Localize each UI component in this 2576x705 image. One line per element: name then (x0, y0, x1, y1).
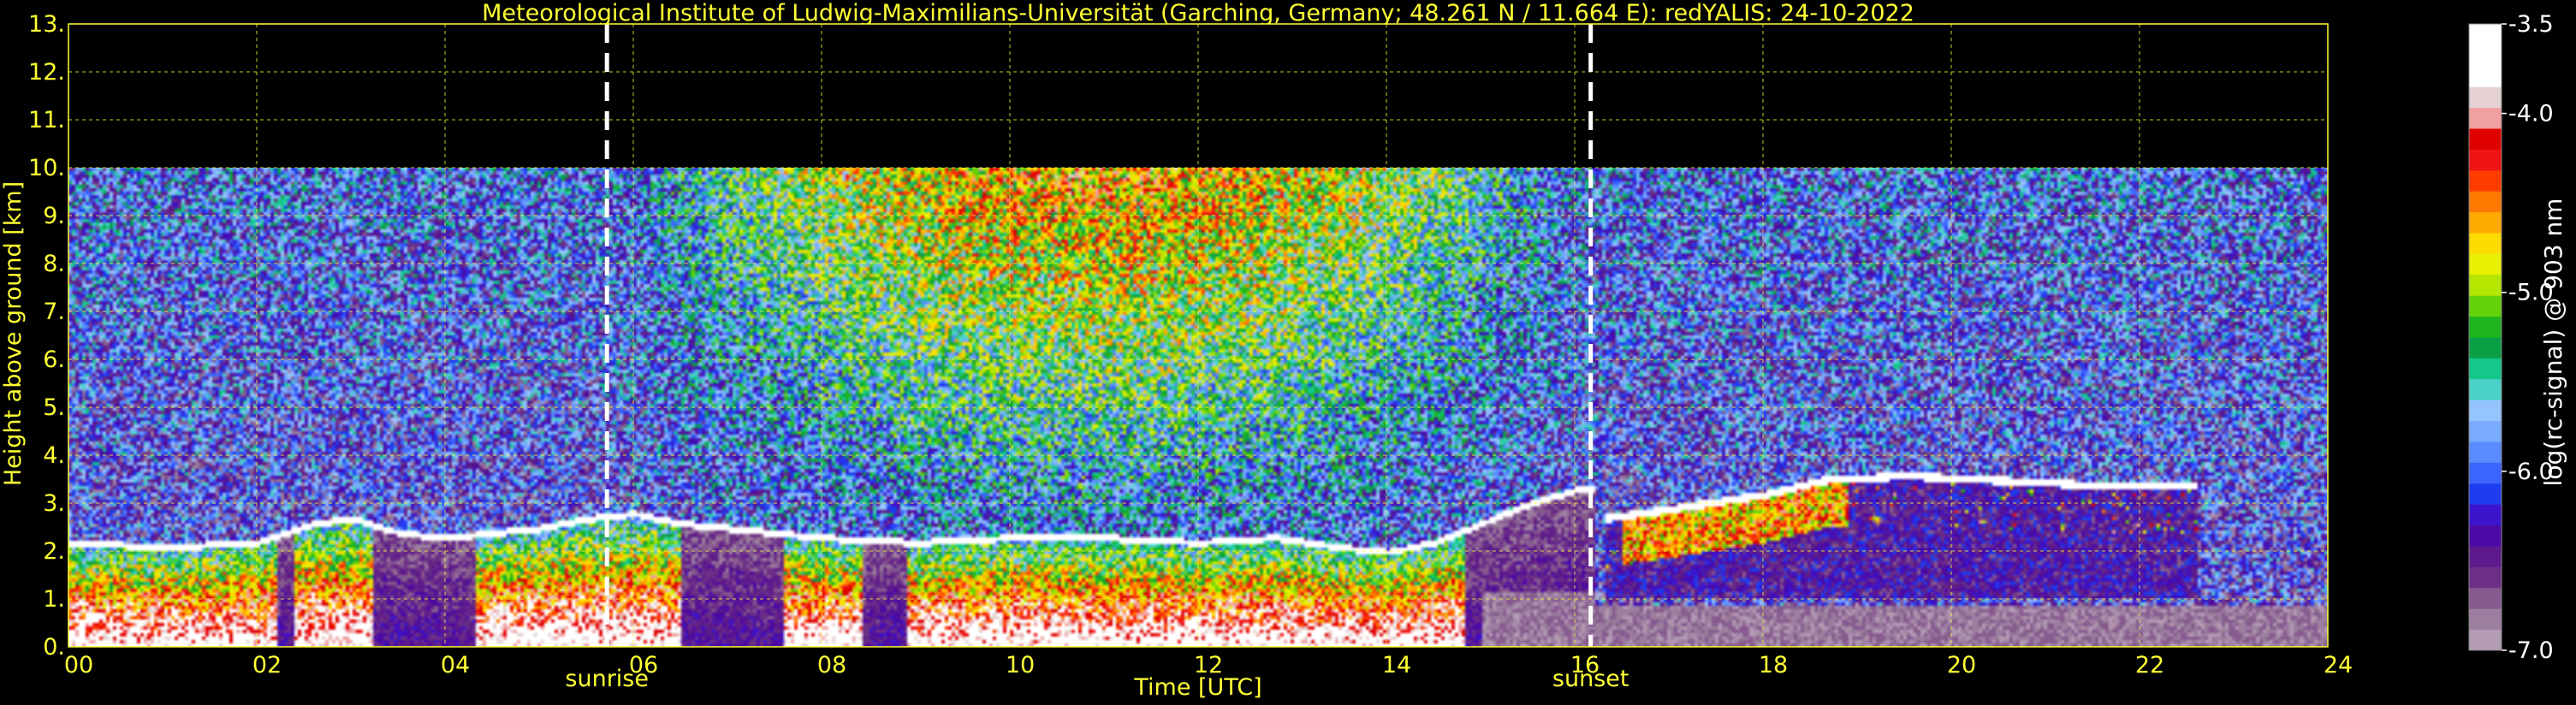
x-tick-label: 04 (441, 652, 470, 678)
colorbar-swatch (2469, 587, 2502, 609)
colorbar-swatch (2469, 337, 2502, 358)
colorbar-swatch (2469, 295, 2502, 317)
y-tick-label: 8. (43, 251, 65, 277)
colorbar-tick-label: -7.0 (2508, 637, 2554, 664)
y-tick-label: 13. (28, 11, 65, 38)
colorbar-swatch (2469, 274, 2502, 296)
y-tick-label: 12. (28, 59, 65, 86)
y-tick-label: 11. (28, 107, 65, 133)
y-tick-label: 0. (43, 634, 65, 661)
colorbar-swatch (2469, 629, 2502, 651)
colorbar-swatch (2469, 566, 2502, 589)
colorbar: -3.5-4.0-5.0-6.0-7.0 log(rc-signal) @ 90… (2468, 11, 2567, 664)
lidar-chart: Meteorological Institute of Ludwig-Maxim… (0, 0, 2567, 701)
colorbar-swatch (2469, 191, 2502, 213)
colorbar-swatch (2469, 420, 2502, 442)
colorbar-swatch (2469, 65, 2502, 87)
colorbar-swatch (2469, 546, 2502, 567)
colorbar-swatch (2469, 233, 2502, 254)
x-tick-label: 02 (252, 652, 282, 678)
y-tick-label: 7. (43, 299, 65, 325)
plot-area: sunrise sunset (68, 23, 2329, 692)
x-axis-label: Time [UTC] (1133, 674, 1261, 701)
y-tick-label: 2. (43, 538, 65, 565)
y-tick-label: 3. (43, 490, 65, 517)
colorbar-swatch (2469, 149, 2502, 171)
colorbar-gradient (2469, 24, 2502, 651)
colorbar-swatch (2469, 128, 2502, 150)
colorbar-swatch (2469, 86, 2502, 109)
colorbar-swatch (2469, 378, 2502, 400)
y-tick-label: 1. (43, 586, 65, 613)
x-tick-label: 16 (1570, 652, 1600, 678)
x-tick-label: 22 (2135, 652, 2164, 678)
x-tick-label: 06 (629, 652, 658, 678)
colorbar-swatch (2469, 107, 2502, 129)
colorbar-tick-label: -3.5 (2508, 11, 2554, 38)
y-tick-label: 10. (28, 155, 65, 181)
x-tick-label: 10 (1006, 652, 1035, 678)
x-tick-label: 00 (64, 652, 93, 678)
y-tick-label: 5. (43, 394, 65, 421)
colorbar-swatch (2469, 253, 2502, 275)
colorbar-swatch (2469, 608, 2502, 631)
x-tick-label: 14 (1382, 652, 1411, 678)
colorbar-swatch (2469, 524, 2502, 547)
y-tick-label: 6. (43, 347, 65, 373)
colorbar-swatch (2469, 24, 2502, 45)
colorbar-tick-label: -4.0 (2508, 101, 2554, 127)
colorbar-swatch (2469, 462, 2502, 484)
x-tick-label: 18 (1759, 652, 1788, 678)
colorbar-swatch (2469, 44, 2502, 67)
y-axis-ticks: 0. 1. 2. 3. 4. 5. 6. 7. 8. 9. 10. 11. 12. 13. (28, 11, 65, 661)
colorbar-swatch (2469, 504, 2502, 526)
colorbar-swatch (2469, 211, 2502, 234)
colorbar-swatch (2469, 358, 2502, 380)
x-tick-label: 24 (2324, 652, 2353, 678)
y-tick-label: 9. (43, 203, 65, 229)
colorbar-swatch (2469, 400, 2502, 422)
colorbar-swatch (2469, 441, 2502, 463)
x-tick-label: 20 (1947, 652, 1976, 678)
x-tick-label: 08 (817, 652, 846, 678)
colorbar-swatch (2469, 169, 2502, 192)
y-tick-label: 4. (43, 442, 65, 469)
colorbar-swatch (2469, 316, 2502, 338)
y-axis-label: Height above ground [km] (0, 181, 27, 486)
colorbar-label: log(rc-signal) @ 903 nm (2539, 198, 2567, 487)
colorbar-swatch (2469, 483, 2502, 505)
chart-title: Meteorological Institute of Ludwig-Maxim… (482, 0, 1914, 27)
